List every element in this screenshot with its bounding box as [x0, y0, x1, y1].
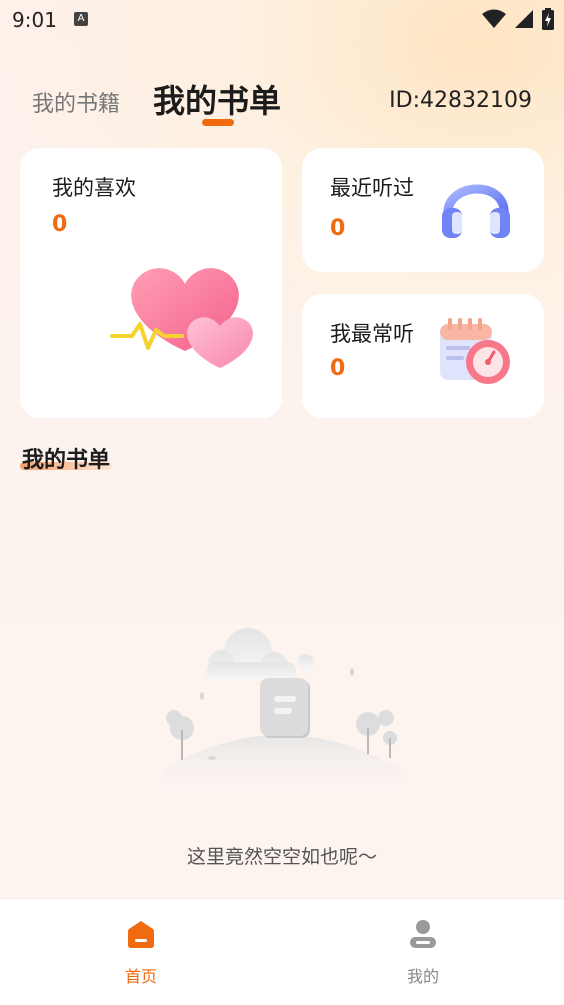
status-icons	[482, 8, 554, 30]
section-title-booklists: 我的书单	[22, 448, 111, 473]
wifi-icon	[482, 9, 506, 28]
tab-my-books[interactable]: 我的书籍	[32, 86, 120, 118]
nav-home-label: 首页	[124, 967, 157, 986]
calendar-clock-icon	[440, 318, 510, 384]
notification-badge: A	[74, 12, 88, 26]
battery-icon	[542, 8, 554, 30]
headphones-icon	[442, 184, 510, 238]
signal-icon	[515, 10, 533, 28]
most-listened-title: 我最常听	[330, 322, 414, 346]
hearts-icon	[110, 268, 253, 368]
nav-mine[interactable]: 我的	[282, 899, 564, 1005]
home-icon	[128, 921, 154, 948]
nav-mine-label: 我的	[406, 967, 439, 986]
status-bar: 9:01 A	[0, 0, 564, 40]
favorites-count: 0	[52, 212, 68, 237]
most-listened-count: 0	[330, 356, 346, 381]
empty-state-message: 这里竟然空空如也呢～	[186, 846, 377, 868]
empty-state-illustration	[162, 628, 402, 798]
status-time: 9:01	[12, 8, 57, 32]
recent-card[interactable]: 最近听过 0	[302, 148, 544, 272]
nav-home[interactable]: 首页	[0, 899, 282, 1005]
user-id: ID:42832109	[389, 88, 532, 113]
most-listened-card[interactable]: 我最常听 0	[302, 294, 544, 418]
active-tab-indicator	[202, 119, 234, 126]
recent-count: 0	[330, 216, 346, 241]
bottom-nav: 首页 我的	[0, 898, 564, 1005]
tab-my-booklists[interactable]: 我的书单	[153, 76, 281, 122]
favorites-title: 我的喜欢	[52, 176, 136, 200]
recent-title: 最近听过	[330, 176, 414, 200]
user-icon	[410, 920, 436, 948]
favorites-card[interactable]: 我的喜欢 0	[20, 148, 282, 418]
